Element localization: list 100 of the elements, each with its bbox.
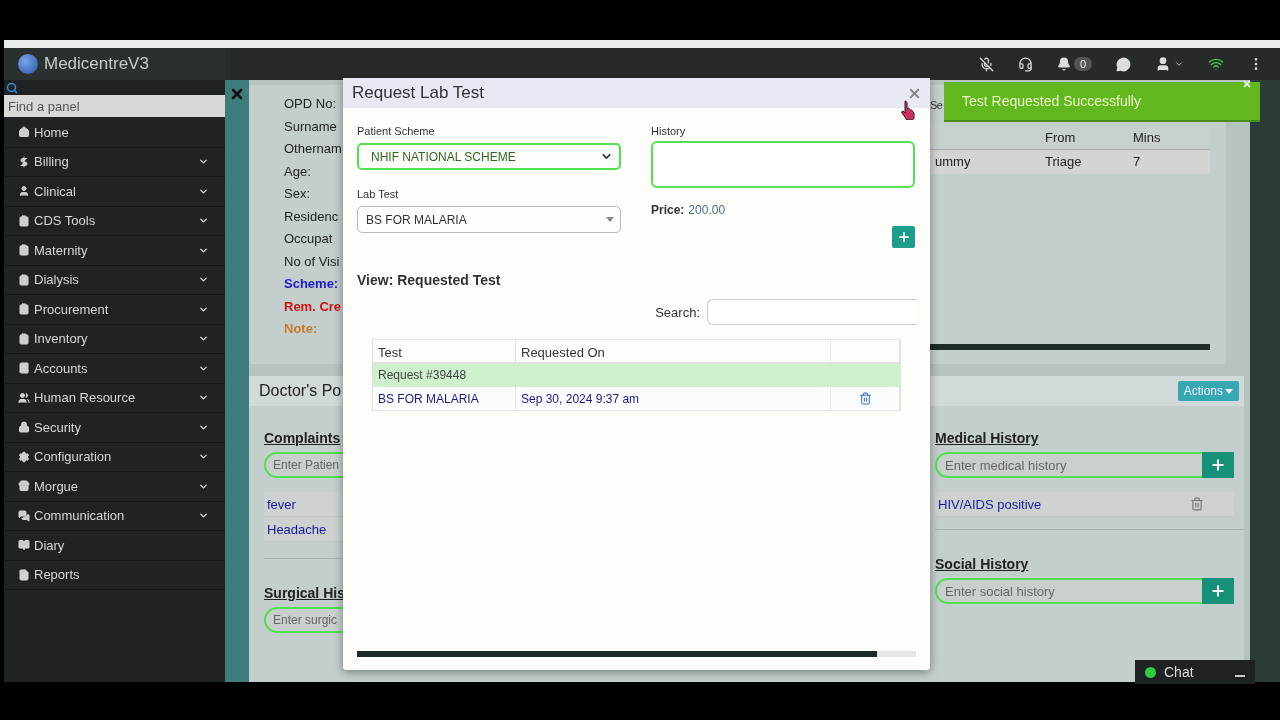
field-label: Rem. Cre <box>284 298 343 316</box>
sidebar-item[interactable]: Communication <box>4 501 225 531</box>
price-value: 200.00 <box>688 203 726 217</box>
trash-icon[interactable] <box>1190 497 1204 511</box>
sidebar-item[interactable]: Security <box>4 413 225 443</box>
lab-test-select[interactable]: BS FOR MALARIA <box>357 206 621 233</box>
field-label: Age: <box>284 163 312 181</box>
sidebar-item[interactable]: Home <box>4 118 225 148</box>
sidebar-item[interactable]: Inventory <box>4 324 225 354</box>
clipboard-icon <box>18 332 30 345</box>
user-menu-icon[interactable] <box>1155 56 1184 72</box>
section-heading: Medical History <box>935 430 1040 448</box>
entry-field[interactable]: Enter medical history <box>935 452 1202 478</box>
sidebar-item[interactable]: Diary <box>4 531 225 561</box>
search-field[interactable] <box>707 299 917 325</box>
book-icon <box>18 362 30 375</box>
toast-message: Test Requested Successfully <box>962 93 1141 109</box>
field-label: No of Visi <box>284 253 341 271</box>
field-label: Residenc <box>284 208 340 226</box>
add-button[interactable] <box>1202 452 1234 478</box>
section-heading: View: Requested Test <box>357 272 502 288</box>
headset-icon[interactable] <box>1017 56 1033 72</box>
entry-text: fever <box>267 496 296 512</box>
price-label: Price: <box>651 203 685 217</box>
sidebar-item[interactable]: Billing <box>4 147 225 177</box>
sidebar-item[interactable]: Configuration <box>4 442 225 472</box>
table-cell: Sep 30, 2024 9:37 am <box>516 387 831 411</box>
sidebar-item[interactable]: Reports <box>4 560 225 590</box>
caret-icon <box>1225 388 1233 394</box>
section-heading: Surgical His <box>264 585 346 603</box>
dollar-icon <box>18 155 30 168</box>
document-icon <box>18 568 30 581</box>
section-heading: Complaints <box>264 430 342 448</box>
plus-icon <box>1210 583 1226 599</box>
field-label: Surname <box>284 118 338 136</box>
history-field[interactable] <box>651 141 915 188</box>
table-cell: Triage <box>1040 150 1128 174</box>
person-icon <box>18 185 30 198</box>
logo-icon <box>18 54 38 74</box>
trash-icon[interactable] <box>858 392 872 405</box>
chat-label: Chat <box>1164 664 1195 680</box>
chat-bubbles-icon <box>18 509 30 522</box>
clipboard-icon <box>18 214 30 227</box>
home-icon <box>18 126 30 139</box>
entry-text: Headache <box>267 521 327 537</box>
column-header: Mins <box>1128 126 1210 150</box>
entry-text: HIV/AIDS positive <box>938 496 1042 512</box>
label-text: Se <box>930 99 943 113</box>
field-label: Othernam <box>284 141 343 158</box>
scheme-select[interactable]: NHIF NATIONAL SCHEME <box>357 143 621 170</box>
gears-icon <box>18 450 30 463</box>
hand-cursor-icon <box>900 100 916 120</box>
field-label: Sex: <box>284 186 311 203</box>
people-icon <box>18 391 30 404</box>
sidebar-item[interactable]: Clinical <box>4 177 225 207</box>
sidebar-item[interactable]: Procurement <box>4 295 225 325</box>
column-header: From <box>1040 126 1128 150</box>
field-label: History <box>651 125 687 139</box>
wifi-icon <box>1208 56 1224 72</box>
panel-title: Doctor's Po <box>259 382 342 400</box>
add-button[interactable] <box>892 226 915 248</box>
search-label: Search: <box>655 304 700 320</box>
horizontal-scrollbar[interactable] <box>930 344 1210 350</box>
muted-microphone-icon[interactable] <box>978 56 994 72</box>
chat-widget[interactable]: Chat <box>1135 660 1255 684</box>
open-book-icon <box>18 539 30 552</box>
table-cell: BS FOR MALARIA <box>373 387 516 411</box>
caret-icon <box>606 217 614 222</box>
field-label: Lab Test <box>357 188 400 202</box>
store-icon <box>18 480 30 493</box>
sidebar-item[interactable]: Human Resource <box>4 383 225 413</box>
field-label: Patient Scheme <box>357 125 436 139</box>
sidebar-item[interactable]: Dialysis <box>4 265 225 295</box>
search-field[interactable]: Find a panel <box>4 95 225 117</box>
sidebar-item[interactable]: Accounts <box>4 354 225 384</box>
horizontal-scrollbar[interactable] <box>357 651 916 657</box>
section-heading: Social History <box>935 556 1030 574</box>
field-label: Occupat <box>284 231 334 248</box>
sidebar-item[interactable]: Maternity <box>4 236 225 266</box>
sidebar-item[interactable]: Morgue <box>4 472 225 502</box>
clipboard-icon <box>18 273 30 286</box>
close-icon[interactable] <box>229 86 245 102</box>
sidebar-item[interactable]: CDS Tools <box>4 206 225 236</box>
clipboard-icon <box>18 244 30 257</box>
notification-count: 0 <box>1073 57 1092 71</box>
app-title: MedicentreV3 <box>44 54 149 74</box>
clipboard-icon <box>18 303 30 316</box>
field-label: Note: <box>284 321 319 338</box>
field-label: Scheme: <box>284 276 340 293</box>
entry-field[interactable]: Enter social history <box>935 578 1202 604</box>
bell-icon[interactable] <box>1056 57 1071 71</box>
close-button[interactable] <box>1242 79 1252 89</box>
field-label: OPD No: <box>284 96 337 113</box>
search-icon <box>6 81 18 94</box>
add-button[interactable] <box>1202 578 1234 604</box>
plus-icon <box>1210 457 1226 473</box>
online-dot-icon <box>1145 666 1156 678</box>
lock-icon <box>18 421 30 434</box>
chat-icon[interactable] <box>1116 56 1131 72</box>
table-cell: 7 <box>1128 150 1210 174</box>
